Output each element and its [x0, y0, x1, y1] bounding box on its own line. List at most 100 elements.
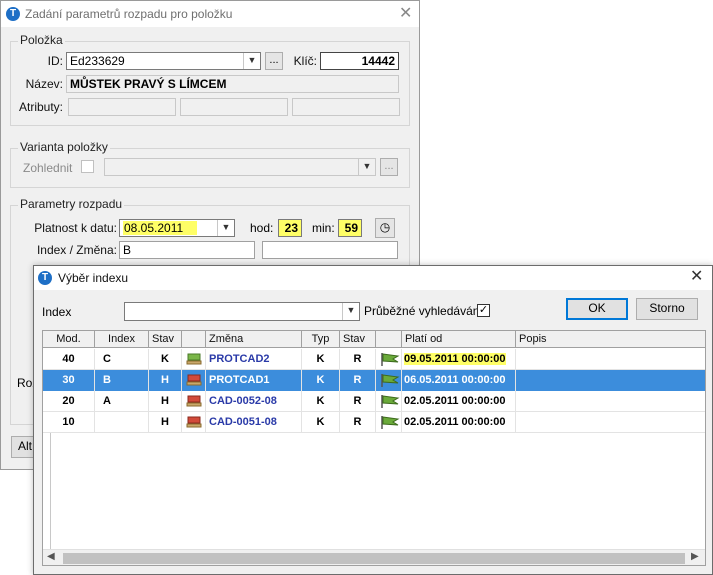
- table-row[interactable]: 20 A H CAD-0052-08 K R 02.05.2011 00:00:…: [43, 391, 705, 412]
- cell-mod: 10: [43, 412, 95, 433]
- cell-index: C: [95, 349, 149, 370]
- table-row[interactable]: 10 H CAD-0051-08 K R 02.05.2011 00:00:00: [43, 412, 705, 433]
- cell-mod: 40: [43, 349, 95, 370]
- cell-flag: [376, 412, 402, 433]
- vyber-indexu-dialog: T Výběr indexu ✕ Index ▼ Průběžné vyhled…: [33, 265, 713, 575]
- platnost-date-picker[interactable]: 08.05.2011 ▼: [119, 219, 235, 237]
- app-icon: T: [6, 7, 20, 21]
- chevron-down-icon[interactable]: ▼: [217, 220, 234, 236]
- cell-stav: K: [149, 349, 182, 370]
- cad-green-icon: [186, 352, 202, 366]
- col-plati-od[interactable]: Platí od: [402, 331, 516, 347]
- cell-index: A: [95, 391, 149, 412]
- cad-red-icon: [186, 373, 202, 391]
- cad-red-icon: [186, 415, 202, 432]
- table-row-selected[interactable]: 30 B H PROTCAD1 K R 06.05.2011 00:00:00: [43, 370, 705, 391]
- cell-typ: K: [302, 370, 340, 391]
- grid-header: Mod. Index Stav Změna Typ Stav Platí od …: [43, 331, 705, 348]
- id-combo[interactable]: Ed233629 ▼: [66, 52, 261, 70]
- cell-popis: [516, 370, 705, 391]
- nazev-field: MŮSTEK PRAVÝ S LÍMCEM: [66, 75, 399, 93]
- cell-zmena[interactable]: PROTCAD1: [206, 370, 302, 391]
- cell-flag: [376, 349, 402, 370]
- cell-plati-od: 09.05.2011 00:00:00: [402, 349, 516, 370]
- index-label: Index: [42, 305, 72, 319]
- cell-zmena[interactable]: PROTCAD2: [206, 349, 302, 370]
- index-zmena-label: Index / Změna:: [36, 243, 117, 257]
- min-field[interactable]: 59: [338, 219, 362, 237]
- hod-field[interactable]: 23: [278, 219, 302, 237]
- row-indicator-column: [43, 433, 51, 549]
- clock-icon[interactable]: ◷: [375, 218, 395, 238]
- cell-popis: [516, 349, 705, 370]
- close-icon[interactable]: ✕: [690, 269, 703, 285]
- storno-button[interactable]: Storno: [636, 298, 698, 320]
- cell-zmena[interactable]: CAD-0052-08: [206, 391, 302, 412]
- chevron-down-icon[interactable]: ▼: [243, 53, 260, 69]
- cell-zmena[interactable]: CAD-0051-08: [206, 412, 302, 433]
- close-icon[interactable]: ✕: [399, 6, 412, 22]
- cell-plati-od: 02.05.2011 00:00:00: [402, 391, 516, 412]
- cell-stav: H: [149, 412, 182, 433]
- col-index[interactable]: Index: [95, 331, 149, 347]
- chevron-right-icon[interactable]: ▶: [691, 551, 699, 562]
- col-stav2[interactable]: Stav: [340, 331, 376, 347]
- col-mod[interactable]: Mod.: [43, 331, 95, 347]
- cell-stav: H: [149, 370, 182, 391]
- varianta-browse-button[interactable]: ...: [380, 158, 398, 176]
- cell-typ: K: [302, 391, 340, 412]
- varianta-group-label: Varianta položky: [18, 140, 110, 154]
- cell-typ: K: [302, 412, 340, 433]
- dialog-title: Výběr indexu: [58, 271, 129, 285]
- table-row[interactable]: 40 C K PROTCAD2 K R 09.05.2011 00:00:00: [43, 349, 705, 370]
- zohlednit-label: Zohlednit: [23, 161, 73, 175]
- live-search-checkbox[interactable]: ✓: [477, 304, 490, 317]
- cad-red-icon: [186, 394, 202, 411]
- atributy-label: Atributy:: [18, 100, 63, 114]
- scrollbar-thumb[interactable]: [63, 553, 685, 564]
- cell-zmena-icon: [182, 370, 206, 391]
- cell-stav: H: [149, 391, 182, 412]
- index-zmena-field-2[interactable]: [262, 241, 398, 259]
- cell-popis: [516, 412, 705, 433]
- col-popis[interactable]: Popis: [516, 331, 705, 347]
- live-search-label: Průběžné vyhledávání: [364, 304, 483, 318]
- ok-button[interactable]: OK: [566, 298, 628, 320]
- polozka-group-label: Položka: [18, 33, 65, 47]
- chevron-left-icon[interactable]: ◀: [47, 551, 55, 562]
- flag-icon: [380, 352, 400, 369]
- dialog-title: Zadání parametrů rozpadu pro položku: [25, 7, 233, 21]
- min-label: min:: [312, 221, 335, 235]
- cell-stav2: R: [340, 349, 376, 370]
- platnost-value: 08.05.2011: [123, 221, 198, 235]
- col-flag[interactable]: [376, 331, 402, 347]
- zohlednit-checkbox[interactable]: [81, 160, 94, 173]
- klic-field[interactable]: 14442: [320, 52, 399, 70]
- cell-plati-od: 02.05.2011 00:00:00: [402, 412, 516, 433]
- flag-icon: [380, 415, 400, 432]
- flag-icon: [380, 394, 400, 411]
- id-browse-button[interactable]: ...: [265, 52, 283, 70]
- cell-mod: 20: [43, 391, 95, 412]
- nazev-label: Název:: [25, 77, 63, 91]
- flag-icon: [380, 373, 400, 391]
- chevron-down-icon[interactable]: ▼: [342, 303, 359, 320]
- index-grid[interactable]: Mod. Index Stav Změna Typ Stav Platí od …: [42, 330, 706, 566]
- col-stav[interactable]: Stav: [149, 331, 182, 347]
- cell-typ: K: [302, 349, 340, 370]
- platnost-label: Platnost k datu:: [34, 221, 117, 235]
- col-zmena[interactable]: Změna: [206, 331, 302, 347]
- chevron-down-icon[interactable]: ▼: [358, 159, 375, 175]
- id-value: Ed233629: [70, 54, 125, 68]
- varianta-combo[interactable]: ▼: [104, 158, 376, 176]
- index-zmena-field[interactable]: B: [119, 241, 255, 259]
- horizontal-scrollbar[interactable]: ◀ ▶: [43, 549, 705, 565]
- cell-popis: [516, 391, 705, 412]
- cell-zmena-icon: [182, 349, 206, 370]
- atribut-field-1: [68, 98, 176, 116]
- index-combo[interactable]: ▼: [124, 302, 360, 321]
- col-zmena-icon[interactable]: [182, 331, 206, 347]
- app-icon: T: [38, 271, 52, 285]
- klic-label: Klíč:: [293, 54, 317, 68]
- col-typ[interactable]: Typ: [302, 331, 340, 347]
